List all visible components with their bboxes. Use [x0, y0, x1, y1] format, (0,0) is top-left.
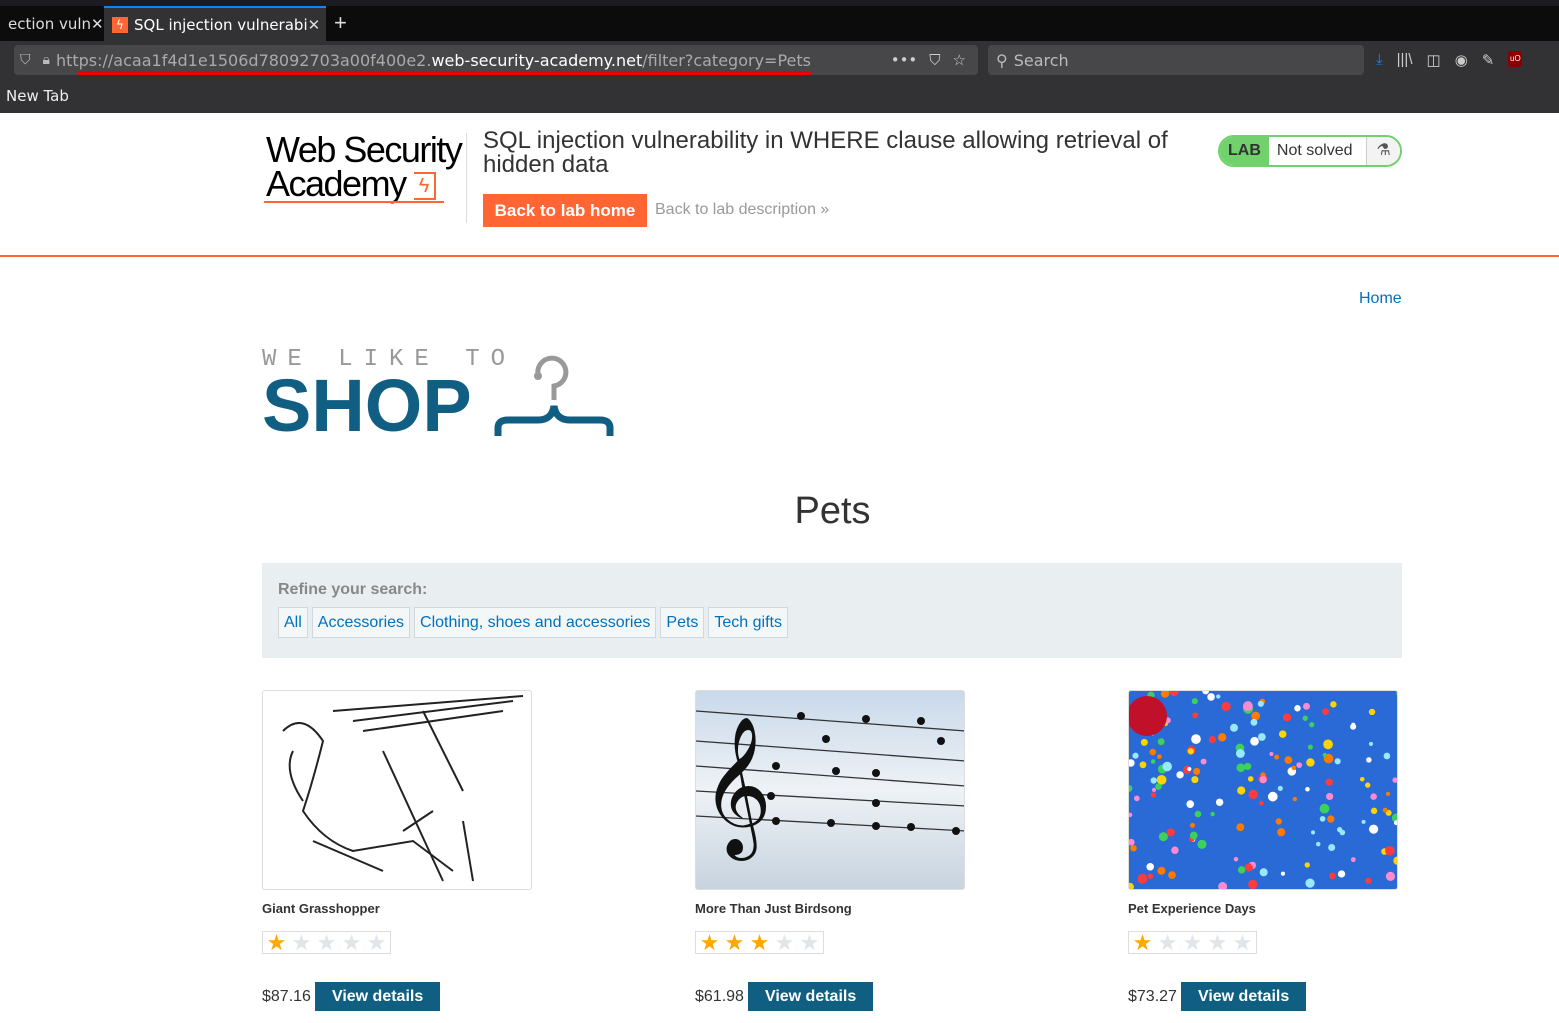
filter-panel: Refine your search: All Accessories Clot…	[262, 563, 1402, 658]
product-card: 𝄞 More Than Just Birdsong ★ ★ ★ ★ ★ $61.98 Vi…	[695, 690, 965, 1011]
star-icon: ★	[1182, 930, 1203, 955]
view-details-button[interactable]: View details	[314, 982, 441, 1011]
star-icon: ★	[749, 930, 770, 955]
search-input[interactable]: ⚲ Search	[988, 45, 1364, 75]
hanger-icon	[494, 355, 614, 436]
filter-pets[interactable]: Pets	[660, 607, 705, 638]
url-domain: web-security-academy.net	[431, 50, 643, 70]
tab-active[interactable]: ϟ SQL injection vulnerabi ✕	[104, 6, 326, 41]
bolt-icon: ϟ	[414, 172, 437, 201]
product-price: $87.16	[262, 987, 311, 1005]
tab-label: ection vuln	[8, 14, 92, 33]
product-name: Pet Experience Days	[1128, 901, 1256, 916]
star-rating: ★ ★ ★ ★ ★	[695, 931, 824, 954]
account-icon[interactable]: ◉	[1455, 51, 1468, 69]
product-image[interactable]	[1128, 690, 1398, 890]
pocket-icon[interactable]: ⛉	[929, 51, 940, 69]
star-icon: ★	[724, 930, 745, 955]
ublock-icon[interactable]: uO	[1508, 51, 1523, 67]
search-placeholder: Search	[1013, 50, 1069, 70]
product-name: More Than Just Birdsong	[695, 901, 852, 916]
search-icon: ⚲	[996, 50, 1008, 70]
tab-inactive[interactable]: ection vuln ✕	[0, 6, 102, 41]
star-icon: ★	[799, 930, 820, 955]
filter-label: Refine your search:	[278, 581, 428, 598]
status-text: Not solved	[1268, 137, 1366, 165]
star-icon: ★	[366, 930, 387, 955]
back-to-lab-home-button[interactable]: Back to lab home	[483, 194, 647, 227]
url-path: /filter?category=Pets	[642, 50, 811, 70]
flask-icon: ⚗	[1366, 137, 1400, 165]
product-card: Giant Grasshopper ★ ★ ★ ★ ★ $87.16 View detai…	[262, 690, 532, 1011]
product-card: Pet Experience Days ★ ★ ★ ★ ★ $73.27 View det…	[1128, 690, 1398, 1011]
burp-favicon-icon: ϟ	[112, 16, 128, 33]
home-link[interactable]: Home	[1359, 290, 1402, 308]
url-bar[interactable]: ⛉ 🔒︎ https://acaa1f4d1e1506d78092703a00f4…	[14, 45, 978, 75]
bookmarks-bar: New Tab	[0, 80, 1559, 113]
star-rating: ★ ★ ★ ★ ★	[1128, 931, 1257, 954]
lab-label: LAB	[1220, 137, 1269, 165]
logo-line1: Web Security	[266, 129, 463, 170]
lab-header: Web Security Academy ϟ SQL injection vuln…	[0, 113, 1559, 257]
lab-title: SQL injection vulnerability in WHERE cla…	[483, 127, 1168, 178]
product-price: $61.98	[695, 987, 744, 1005]
bookmark-new-tab[interactable]: New Tab	[6, 87, 69, 105]
star-icon: ★	[1157, 930, 1178, 955]
filter-all[interactable]: All	[278, 607, 308, 638]
star-icon: ★	[341, 930, 362, 955]
star-icon: ★	[1232, 930, 1253, 955]
star-icon: ★	[774, 930, 795, 955]
logo-underline	[264, 201, 444, 203]
divider	[466, 133, 467, 223]
product-image[interactable]: 𝄞	[695, 690, 965, 890]
annotation-underline	[77, 72, 812, 75]
filter-accessories[interactable]: Accessories	[311, 607, 411, 638]
back-to-lab-description-link[interactable]: Back to lab description »	[655, 201, 829, 219]
extension-icon[interactable]: ✎	[1482, 51, 1495, 69]
tab-bar: ection vuln ✕ ϟ SQL injection vulnerabi ✕ +	[0, 0, 1559, 41]
page: Web Security Academy ϟ SQL injection vuln…	[0, 113, 1559, 1023]
filter-clothing[interactable]: Clothing, shoes and accessories	[414, 607, 657, 638]
more-icon[interactable]: •••	[891, 51, 918, 69]
sidebar-icon[interactable]: ◫	[1427, 51, 1441, 69]
category-title: Pets	[794, 490, 871, 532]
close-icon[interactable]: ✕	[308, 16, 321, 34]
lock-icon[interactable]: 🔒︎	[43, 52, 50, 68]
product-image[interactable]	[262, 690, 532, 890]
new-tab-button[interactable]: +	[334, 6, 347, 41]
star-icon: ★	[266, 930, 287, 955]
star-icon: ★	[291, 930, 312, 955]
tab-label: SQL injection vulnerabi	[134, 15, 308, 34]
download-icon[interactable]: ⤓	[1376, 51, 1383, 69]
star-icon: ★	[316, 930, 337, 955]
bookmark-star-icon[interactable]: ☆	[953, 51, 966, 69]
shop-logo: WE LIKE TO SHOP	[262, 346, 516, 447]
shield-icon[interactable]: ⛉	[20, 52, 31, 68]
star-icon: ★	[1207, 930, 1228, 955]
view-details-button[interactable]: View details	[747, 982, 874, 1011]
product-name: Giant Grasshopper	[262, 901, 380, 916]
url-prefix: https://acaa1f4d1e1506d78092703a00f400e2…	[55, 50, 432, 70]
shop-word: SHOP	[262, 364, 472, 447]
close-icon[interactable]: ✕	[91, 15, 102, 33]
library-icon[interactable]: |||\	[1397, 51, 1413, 69]
svg-text:𝄞: 𝄞	[701, 716, 772, 861]
star-icon: ★	[699, 930, 720, 955]
academy-logo[interactable]: Web Security Academy ϟ	[266, 129, 463, 204]
filter-tech-gifts[interactable]: Tech gifts	[708, 607, 788, 638]
logo-line2: Academy	[266, 163, 407, 204]
view-details-button[interactable]: View details	[1180, 982, 1307, 1011]
star-rating: ★ ★ ★ ★ ★	[262, 931, 391, 954]
lab-status-badge: LAB Not solved ⚗	[1218, 135, 1402, 167]
star-icon: ★	[1132, 930, 1153, 955]
product-price: $73.27	[1128, 987, 1177, 1005]
